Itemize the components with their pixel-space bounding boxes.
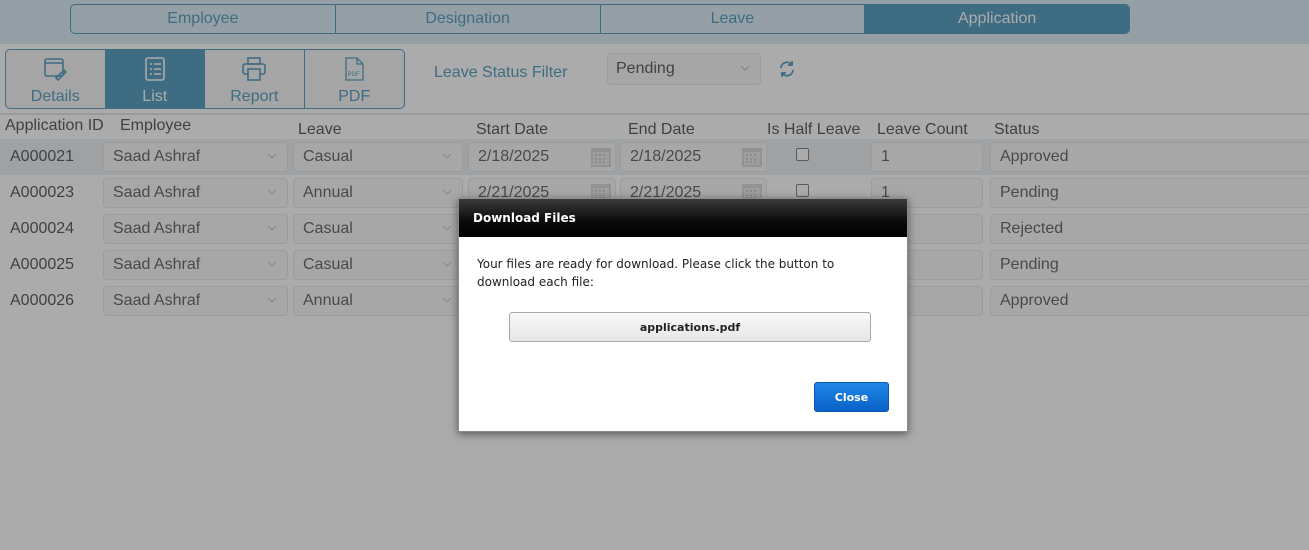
close-button[interactable]: Close [814,382,889,412]
dialog-title[interactable]: Download Files [459,199,907,237]
download-files-dialog: Download Files Your files are ready for … [458,198,908,432]
dialog-message: Your files are ready for download. Pleas… [477,257,835,289]
download-file-button[interactable]: applications.pdf [509,312,871,342]
